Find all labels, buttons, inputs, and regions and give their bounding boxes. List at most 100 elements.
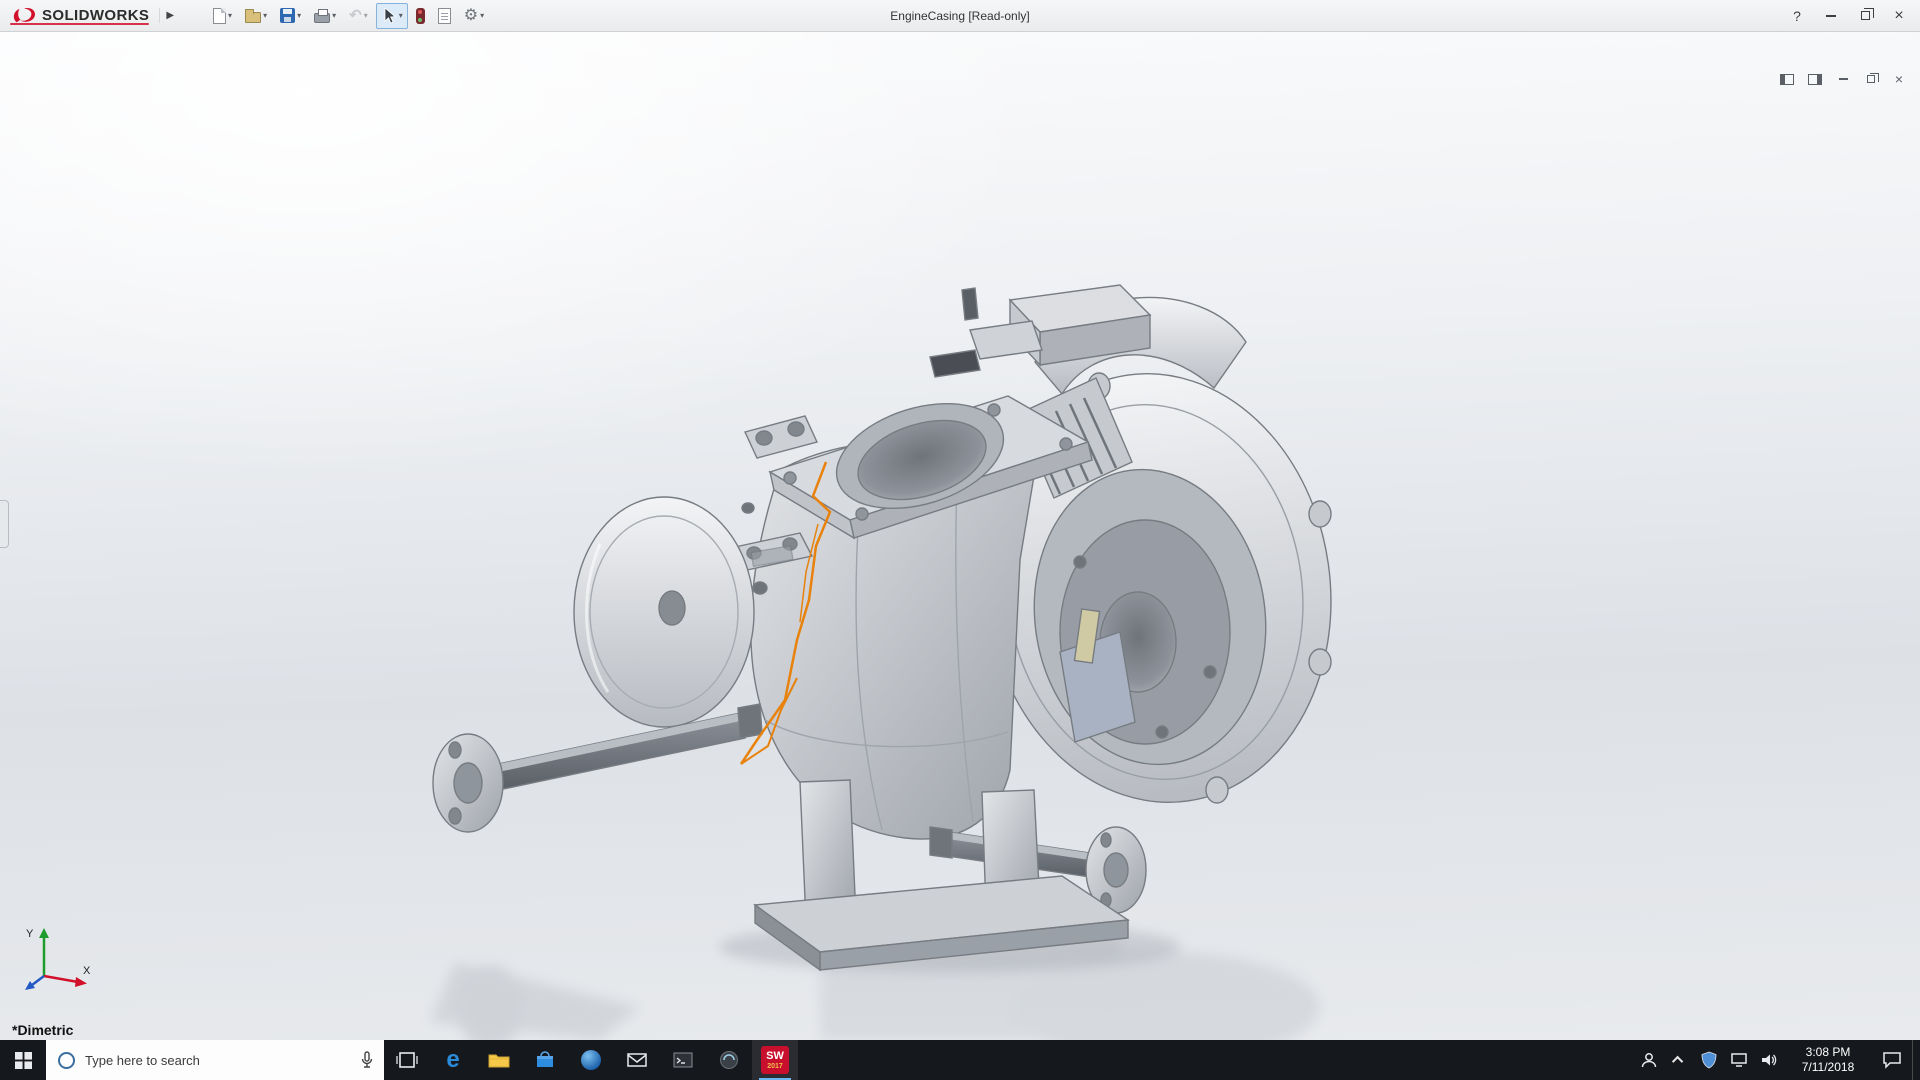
solidworks-app-icon: SW 2017	[761, 1046, 789, 1074]
minimize-icon	[1826, 15, 1836, 17]
ds-logo-icon	[10, 6, 38, 26]
rebuild-button[interactable]	[411, 3, 430, 29]
taskbar-app-file-explorer[interactable]	[476, 1040, 522, 1080]
help-button[interactable]: ?	[1780, 4, 1814, 28]
defender-tray-button[interactable]	[1694, 1040, 1724, 1080]
solidworks-brand: SOLIDWORKS	[4, 6, 155, 26]
system-tray: 3:08 PM 7/11/2018	[1634, 1040, 1920, 1080]
options-button[interactable]: ⚙ ▾	[459, 3, 489, 29]
volume-icon	[1760, 1052, 1778, 1068]
doc-minimize-button[interactable]	[1832, 70, 1854, 88]
taskbar-search[interactable]	[46, 1040, 384, 1080]
windows-taskbar: e	[0, 1040, 1920, 1080]
brand-name: SOLIDWORKS	[42, 7, 149, 24]
solidworks-app-letters: SW	[766, 1051, 784, 1062]
view-orientation-label: *Dimetric	[12, 1022, 73, 1038]
solidworks-window: SOLIDWORKS ▶ ▾ ▾ ▾ ▾ ↶ ▾	[0, 0, 1920, 1080]
show-hidden-icons-button[interactable]	[1664, 1040, 1694, 1080]
browser-icon	[581, 1050, 601, 1070]
clock-date: 7/11/2018	[1802, 1060, 1855, 1075]
taskbar-app-dark[interactable]	[706, 1040, 752, 1080]
minimize-button[interactable]	[1814, 4, 1848, 28]
split-pane-right-icon	[1808, 74, 1822, 85]
options-gear-icon: ⚙	[464, 8, 478, 24]
undo-button[interactable]: ↶ ▾	[344, 3, 373, 29]
show-desktop-button[interactable]	[1912, 1040, 1920, 1080]
close-button[interactable]: ×	[1882, 4, 1916, 28]
restore-button[interactable]	[1848, 4, 1882, 28]
engine-assembly	[433, 285, 1358, 971]
save-icon	[280, 8, 295, 23]
top-assembly	[930, 285, 1246, 394]
quick-access-toolbar: ▾ ▾ ▾ ▾ ↶ ▾ ▾	[208, 3, 489, 29]
chevron-up-icon	[1672, 1056, 1683, 1067]
menu-expand-arrow[interactable]: ▶	[159, 8, 180, 23]
task-view-icon	[396, 1051, 418, 1069]
action-center-button[interactable]	[1872, 1040, 1912, 1080]
undo-icon: ↶	[349, 8, 362, 23]
monitor-icon	[1730, 1052, 1748, 1068]
doc-restore-button[interactable]	[1860, 70, 1882, 88]
people-button[interactable]	[1634, 1040, 1664, 1080]
window-title: EngineCasing [Read-only]	[890, 9, 1029, 23]
taskbar-app-edge[interactable]: e	[430, 1040, 476, 1080]
search-input[interactable]	[85, 1053, 350, 1068]
taskbar-clock[interactable]: 3:08 PM 7/11/2018	[1784, 1040, 1872, 1080]
window-controls: ? ×	[1780, 4, 1916, 28]
solidworks-app-year: 2017	[767, 1063, 783, 1070]
triad-y-label: Y	[26, 928, 34, 940]
document-window-controls: ×	[1776, 70, 1910, 88]
split-pane-left-icon	[1780, 74, 1794, 85]
split-pane-right-button[interactable]	[1804, 70, 1826, 88]
dropdown-arrow-icon[interactable]: ▾	[228, 11, 232, 20]
file-properties-button[interactable]	[433, 3, 456, 29]
dropdown-arrow-icon[interactable]: ▾	[480, 11, 484, 20]
dropdown-arrow-icon[interactable]: ▾	[263, 11, 267, 20]
windows-logo-icon	[15, 1052, 32, 1069]
doc-minimize-icon	[1839, 78, 1848, 80]
restore-icon	[1861, 11, 1870, 20]
doc-close-button[interactable]: ×	[1888, 70, 1910, 88]
orientation-triad[interactable]: Y X	[22, 924, 96, 996]
taskbar-app-command-prompt[interactable]	[660, 1040, 706, 1080]
rebuild-icon	[416, 8, 425, 24]
left-pulley-disc	[574, 497, 754, 727]
dropdown-arrow-icon[interactable]: ▾	[297, 11, 301, 20]
start-button[interactable]	[0, 1040, 46, 1080]
people-icon	[1639, 1051, 1659, 1069]
doc-restore-icon	[1867, 75, 1875, 83]
front-shaft	[433, 704, 762, 832]
volume-tray-button[interactable]	[1754, 1040, 1784, 1080]
select-tool-button[interactable]: ▾	[376, 3, 408, 29]
open-button[interactable]: ▾	[240, 3, 272, 29]
taskbar-app-mail[interactable]	[614, 1040, 660, 1080]
action-center-icon	[1882, 1051, 1902, 1069]
command-prompt-icon	[673, 1052, 693, 1068]
engine-casing-model[interactable]	[0, 32, 1920, 1040]
title-bar: SOLIDWORKS ▶ ▾ ▾ ▾ ▾ ↶ ▾	[0, 0, 1920, 32]
split-pane-left-button[interactable]	[1776, 70, 1798, 88]
display-tray-button[interactable]	[1724, 1040, 1754, 1080]
task-view-button[interactable]	[384, 1040, 430, 1080]
new-document-button[interactable]: ▾	[208, 3, 237, 29]
taskbar-app-solidworks[interactable]: SW 2017	[752, 1040, 798, 1080]
graphics-viewport[interactable]: ×	[0, 32, 1920, 1040]
file-properties-icon	[438, 8, 451, 24]
open-folder-icon	[245, 12, 261, 23]
taskbar-app-browser[interactable]	[568, 1040, 614, 1080]
dropdown-arrow-icon[interactable]: ▾	[332, 11, 336, 20]
taskbar-app-store[interactable]	[522, 1040, 568, 1080]
microphone-icon[interactable]	[360, 1051, 374, 1069]
triad-x-label: X	[83, 965, 91, 977]
clock-time: 3:08 PM	[1806, 1045, 1851, 1060]
dropdown-arrow-icon[interactable]: ▾	[364, 11, 368, 20]
file-explorer-icon	[488, 1051, 510, 1069]
new-document-icon	[213, 8, 226, 24]
save-button[interactable]: ▾	[275, 3, 306, 29]
dark-app-icon	[719, 1050, 739, 1070]
print-button[interactable]: ▾	[309, 3, 341, 29]
mail-icon	[627, 1052, 647, 1068]
store-icon	[535, 1051, 555, 1069]
dropdown-arrow-icon[interactable]: ▾	[399, 11, 403, 20]
search-circle-icon	[58, 1052, 75, 1069]
